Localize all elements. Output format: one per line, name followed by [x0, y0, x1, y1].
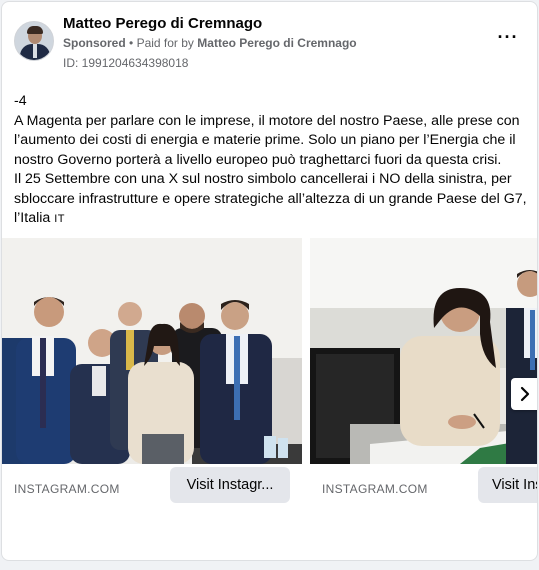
sponsored-line: Sponsored • Paid for by Matteo Perego di…	[63, 36, 357, 50]
media-carousel: INSTAGRAM.COM Visit Instagr... INSTAGRAM…	[2, 238, 537, 518]
visit-instagram-button[interactable]: Visit Instagr...	[170, 467, 290, 503]
carousel-card-1[interactable]: INSTAGRAM.COM Visit Instagr...	[2, 238, 302, 518]
post-text-line: A Magenta per parlare con le imprese, il…	[14, 112, 520, 129]
carousel-next-button[interactable]	[511, 378, 537, 410]
ad-card: Matteo Perego di Cremnago Sponsored • Pa…	[1, 1, 538, 561]
card-domain: INSTAGRAM.COM	[322, 482, 428, 496]
post-text-last: l’Italia	[14, 210, 55, 226]
more-options-icon[interactable]: ···	[496, 28, 520, 48]
visit-instagram-button[interactable]: Visit Ins	[478, 467, 537, 503]
group-photo-image	[2, 238, 302, 464]
paid-for-advertiser[interactable]: Matteo Perego di Cremnago	[197, 36, 356, 50]
chevron-right-icon	[520, 386, 530, 402]
paid-for-prefix: Paid for by	[136, 36, 194, 50]
card-domain: INSTAGRAM.COM	[14, 482, 120, 496]
italy-flag-icon: IT	[54, 213, 65, 225]
post-text-line: -4	[14, 93, 27, 109]
carousel-card-2[interactable]: INSTAGRAM.COM Visit Ins	[310, 238, 537, 518]
post-text-line: l’Italia IT	[14, 209, 526, 230]
post-text-line: l’aumento dei costi di energia e materie…	[14, 132, 516, 148]
ad-id: ID: 1991204634398018	[63, 56, 189, 70]
author-avatar[interactable]	[14, 21, 54, 61]
author-name[interactable]: Matteo Perego di Cremnago	[63, 15, 262, 32]
group-photo[interactable]	[2, 238, 302, 464]
signing-photo[interactable]	[310, 238, 537, 464]
post-text: -4 A Magenta per parlare con le imprese,…	[14, 92, 527, 230]
separator-dot: •	[129, 36, 134, 50]
sponsored-label: Sponsored	[63, 36, 126, 50]
post-text-line: Il 25 Settembre con una X sul nostro sim…	[14, 171, 512, 187]
avatar-hair	[27, 26, 43, 34]
signing-photo-image	[310, 238, 537, 464]
post-text-line: sbloccare infrastrutture e opere strateg…	[14, 190, 527, 207]
avatar-shirt	[33, 44, 37, 58]
post-text-line: nostro Governo porterà a livello europeo…	[14, 151, 502, 168]
